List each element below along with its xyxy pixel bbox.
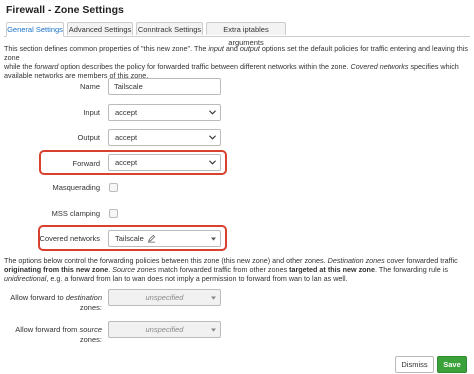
input-policy-select[interactable]: accept <box>108 104 221 121</box>
output-policy-value: accept <box>115 133 138 142</box>
source-zones-select[interactable]: unspecified <box>108 321 221 338</box>
covered-networks-select[interactable]: Tailscale <box>108 230 221 247</box>
network-edit-icon <box>147 234 156 243</box>
tab-extra-iptables[interactable]: Extra iptables arguments <box>206 22 286 47</box>
masquerading-checkbox[interactable] <box>109 183 118 192</box>
forward-policy-label: Forward <box>72 159 100 168</box>
input-policy-value: accept <box>115 108 138 117</box>
mss-clamping-label: MSS clamping <box>51 209 100 218</box>
input-policy-label: Input <box>83 108 100 117</box>
caret-down-icon <box>211 296 216 300</box>
source-zones-value: unspecified <box>145 325 184 334</box>
mss-clamping-checkbox[interactable] <box>109 209 118 218</box>
output-policy-label: Output <box>77 133 100 142</box>
caret-down-icon <box>211 328 216 332</box>
forwarding-description: The options below control the forwarding… <box>4 256 458 283</box>
source-zones-label: Allow forward from source zones: <box>15 325 102 344</box>
chevron-down-icon <box>209 135 216 140</box>
network-tag: Tailscale <box>115 234 144 243</box>
chevron-down-icon <box>209 110 216 115</box>
tab-advanced-settings[interactable]: Advanced Settings <box>67 22 133 35</box>
page-title: Firewall - Zone Settings <box>6 4 124 16</box>
name-input[interactable]: Tailscale <box>108 78 221 95</box>
covered-networks-label: Covered networks <box>39 234 100 243</box>
caret-down-icon <box>211 237 216 241</box>
save-button[interactable]: Save <box>437 356 467 373</box>
dest-zones-value: unspecified <box>145 293 184 302</box>
chevron-down-icon <box>209 160 216 165</box>
dest-zones-label: Allow forward to destination zones: <box>10 293 102 312</box>
tab-general-settings[interactable]: General Settings <box>6 22 64 37</box>
forward-policy-select[interactable]: accept <box>108 154 221 171</box>
dest-zones-select[interactable]: unspecified <box>108 289 221 306</box>
tab-conntrack-settings[interactable]: Conntrack Settings <box>136 22 203 35</box>
tab-bar: General Settings Advanced Settings Connt… <box>4 22 470 47</box>
name-label: Name <box>79 82 100 91</box>
output-policy-select[interactable]: accept <box>108 129 221 146</box>
section-description: This section defines common properties o… <box>4 44 468 80</box>
dismiss-button[interactable]: Dismiss <box>395 356 434 373</box>
masquerading-label: Masquerading <box>52 183 100 192</box>
forward-policy-value: accept <box>115 158 138 167</box>
